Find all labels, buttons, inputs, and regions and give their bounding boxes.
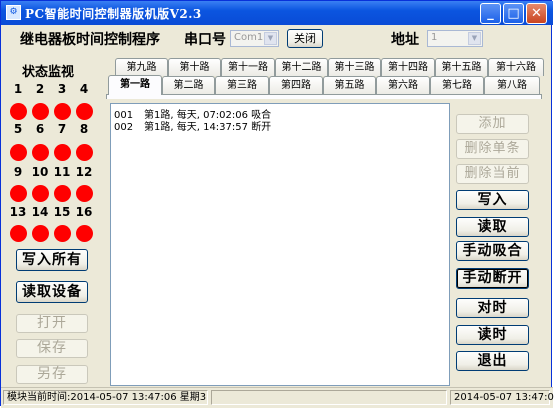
manual-on-button[interactable]: 手动吸合	[456, 241, 529, 261]
status-led-13	[10, 225, 27, 242]
status-led-11	[54, 185, 71, 202]
tab-channel-4[interactable]: 第四路	[269, 76, 323, 94]
close-icon[interactable]: ✕	[526, 3, 547, 24]
status-led-14	[32, 225, 49, 242]
title-bar[interactable]: ⚙ PC智能时间控制器版机版V2.3 _ □ ✕	[1, 1, 553, 25]
tab-channel-13[interactable]: 第十三路	[328, 58, 381, 76]
tab-channel-8[interactable]: 第八路	[484, 76, 540, 94]
channel-number: 14	[31, 205, 49, 219]
tab-channel-6[interactable]: 第六路	[376, 76, 430, 94]
status-led-6	[32, 144, 49, 161]
add-button[interactable]: 添加	[456, 114, 529, 134]
chevron-down-icon[interactable]: ▼	[468, 32, 481, 45]
channel-number: 12	[75, 165, 93, 179]
channel-number: 11	[53, 165, 71, 179]
status-led-10	[32, 185, 49, 202]
tab-channel-16[interactable]: 第十六路	[488, 58, 544, 76]
status-led-8	[76, 144, 93, 161]
channel-number: 7	[57, 122, 67, 136]
list-item-text: 第1路, 每天, 14:37:57 断开	[144, 122, 272, 133]
write-all-button[interactable]: 写入所有	[16, 249, 88, 271]
minimize-icon[interactable]: _	[480, 3, 501, 24]
sync-time-button[interactable]: 对时	[456, 298, 529, 318]
tab-channel-3[interactable]: 第三路	[215, 76, 269, 94]
tab-channel-10[interactable]: 第十路	[168, 58, 221, 76]
status-led-16	[76, 225, 93, 242]
schedule-list[interactable]: 001 第1路, 每天, 07:02:06 吸合 002 第1路, 每天, 14:3…	[110, 103, 450, 386]
exit-button[interactable]: 退出	[456, 351, 529, 371]
tab-channel-14[interactable]: 第十四路	[381, 58, 435, 76]
address-select[interactable]: 1 ▼	[427, 30, 483, 47]
channel-number: 9	[13, 165, 23, 179]
open-button[interactable]: 打开	[16, 314, 88, 333]
status-led-7	[54, 144, 71, 161]
save-as-button[interactable]: 另存	[16, 365, 88, 384]
status-led-5	[10, 144, 27, 161]
app-icon[interactable]: ⚙	[6, 5, 21, 20]
status-led-12	[76, 185, 93, 202]
channel-number: 4	[79, 82, 89, 96]
status-led-4	[76, 103, 93, 120]
delete-one-button[interactable]: 删除单条	[456, 139, 529, 159]
list-item[interactable]: 002 第1路, 每天, 14:37:57 断开	[114, 118, 271, 133]
write-button[interactable]: 写入	[456, 190, 529, 210]
chevron-down-icon[interactable]: ▼	[264, 32, 277, 45]
channel-number: 2	[35, 82, 45, 96]
client-area: 继电器板时间控制程序 串口号 Com1 ▼ 关闭 地址 1 ▼ 状态监视 1 2…	[4, 25, 550, 387]
channel-number: 5	[13, 122, 23, 136]
read-button[interactable]: 读取	[456, 217, 529, 237]
status-led-3	[54, 103, 71, 120]
main-window: ⚙ PC智能时间控制器版机版V2.3 _ □ ✕ 继电器板时间控制程序 串口号 …	[0, 0, 554, 408]
port-value: Com1	[234, 32, 264, 43]
save-button[interactable]: 保存	[16, 339, 88, 358]
port-label: 串口号	[184, 32, 226, 48]
status-led-15	[54, 225, 71, 242]
module-time-status: 模块当前时间:2014-05-07 13:47:06 星期3	[3, 390, 208, 405]
status-led-9	[10, 185, 27, 202]
app-label: 继电器板时间控制程序	[20, 32, 160, 48]
address-label: 地址	[391, 32, 419, 48]
tab-channel-5[interactable]: 第五路	[323, 76, 376, 94]
channel-number: 6	[35, 122, 45, 136]
port-select[interactable]: Com1 ▼	[230, 30, 279, 47]
manual-off-button[interactable]: 手动断开	[456, 268, 529, 289]
tab-channel-7[interactable]: 第七路	[430, 76, 484, 94]
status-middle-pane	[211, 390, 447, 405]
channel-number: 16	[75, 205, 93, 219]
status-bar: 模块当前时间:2014-05-07 13:47:06 星期3 2014-05-0…	[1, 387, 554, 408]
status-monitor-title: 状态监视	[22, 65, 75, 80]
pc-time-status: 2014-05-07 13:47:08	[450, 390, 554, 405]
tab-channel-1[interactable]: 第一路	[108, 75, 162, 95]
tab-channel-15[interactable]: 第十五路	[435, 58, 488, 76]
read-time-button[interactable]: 读时	[456, 325, 529, 345]
close-port-button[interactable]: 关闭	[287, 29, 323, 48]
channel-number: 1	[13, 82, 23, 96]
delete-current-button[interactable]: 删除当前	[456, 164, 529, 184]
tab-channel-11[interactable]: 第十一路	[221, 58, 275, 76]
tab-channel-12[interactable]: 第十二路	[275, 58, 328, 76]
tab-channel-2[interactable]: 第二路	[162, 76, 215, 94]
channel-number: 15	[53, 205, 71, 219]
maximize-icon[interactable]: □	[503, 3, 524, 24]
status-led-1	[10, 103, 27, 120]
channel-number: 10	[31, 165, 49, 179]
address-value: 1	[431, 32, 438, 43]
window-title: PC智能时间控制器版机版V2.3	[25, 7, 202, 21]
tab-channel-9[interactable]: 第九路	[115, 58, 168, 76]
list-item-id: 002	[114, 122, 134, 133]
channel-number: 3	[57, 82, 67, 96]
tab-panel-top	[106, 94, 542, 99]
channel-number: 8	[79, 122, 89, 136]
channel-number: 13	[9, 205, 27, 219]
status-led-2	[32, 103, 49, 120]
read-device-button[interactable]: 读取设备	[16, 281, 88, 303]
